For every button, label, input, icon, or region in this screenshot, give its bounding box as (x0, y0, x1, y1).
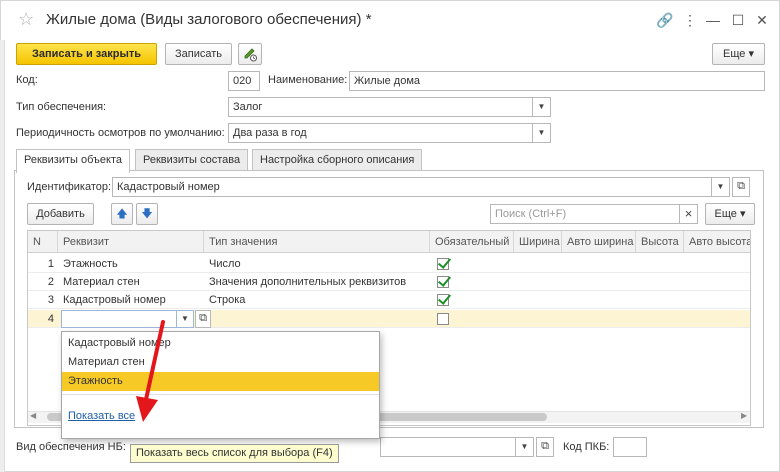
attribute-choice-popup[interactable]: Кадастровый номер Материал стен Этажност… (61, 331, 380, 439)
required-checkbox[interactable] (437, 258, 449, 270)
required-checkbox[interactable] (437, 276, 449, 288)
scroll-left-icon[interactable]: ◀ (30, 411, 36, 420)
nb-security-type-input[interactable] (380, 437, 516, 457)
edit-button[interactable] (238, 43, 262, 65)
more-button[interactable]: Еще ▾ (712, 43, 765, 65)
identifier-input[interactable]: Кадастровый номер (112, 177, 712, 197)
identifier-label: Идентификатор: (27, 181, 112, 193)
row-number: 4 (47, 313, 54, 325)
security-type-dropdown-icon[interactable]: ▼ (533, 97, 551, 117)
row-value-type: Число (209, 258, 241, 270)
nb-security-type-open-icon[interactable]: ⧉ (536, 437, 554, 457)
link-icon[interactable]: 🔗 (655, 10, 675, 30)
column-header-value-type[interactable]: Тип значения (204, 231, 430, 253)
table-row[interactable]: 2 Материал стен Значения дополнительных … (28, 273, 750, 291)
required-checkbox[interactable] (437, 313, 449, 325)
search-input[interactable]: Поиск (Ctrl+F) (490, 204, 680, 224)
popup-divider (62, 394, 379, 395)
add-button[interactable]: Добавить (27, 203, 94, 225)
row-attribute-open-icon[interactable]: ⧉ (195, 310, 211, 328)
minimize-icon[interactable]: — (703, 10, 723, 30)
choice-item[interactable]: Материал стен (62, 353, 379, 372)
nb-security-type-label: Вид обеспечения НБ: (16, 441, 126, 453)
close-icon[interactable]: ✕ (752, 10, 772, 30)
move-up-button[interactable]: 🡅 (111, 203, 133, 225)
column-header-auto-height[interactable]: Авто высота (684, 231, 750, 253)
favorite-star-icon[interactable]: ☆ (18, 9, 34, 29)
row-attribute: Материал стен (63, 276, 140, 288)
name-label: Наименование: (268, 74, 348, 86)
column-header-auto-width[interactable]: Авто ширина (562, 231, 636, 253)
column-header-width[interactable]: Ширина (514, 231, 562, 253)
window-left-edge (0, 40, 5, 472)
code-input[interactable]: 020 (228, 71, 260, 91)
maximize-icon[interactable]: ☐ (728, 10, 748, 30)
panel-more-button[interactable]: Еще ▾ (705, 203, 755, 225)
tab-object-attributes[interactable]: Реквизиты объекта (16, 149, 130, 173)
tab-description-settings[interactable]: Настройка сборного описания (252, 149, 423, 171)
arrow-up-icon: 🡅 (116, 208, 128, 220)
row-value-type: Значения дополнительных реквизитов (209, 276, 407, 288)
row-attribute: Кадастровый номер (63, 294, 166, 306)
move-down-button[interactable]: 🡇 (136, 203, 158, 225)
pkb-code-input[interactable] (613, 437, 647, 457)
choice-item-selected[interactable]: Этажность (62, 372, 379, 391)
show-all-link[interactable]: Показать все (68, 410, 135, 422)
inspection-label: Периодичность осмотров по умолчанию: (16, 127, 225, 139)
arrow-down-icon: 🡇 (141, 208, 153, 220)
code-label: Код: (16, 74, 38, 86)
inspection-dropdown-icon[interactable]: ▼ (533, 123, 551, 143)
column-header-height[interactable]: Высота (636, 231, 684, 253)
window-title: Жилые дома (Виды залогового обеспечения)… (46, 11, 372, 28)
security-type-input[interactable]: Залог (228, 97, 533, 117)
search-clear-icon[interactable]: × (679, 204, 698, 224)
identifier-open-icon[interactable]: ⧉ (732, 177, 750, 197)
table-row[interactable]: 3 Кадастровый номер Строка (28, 291, 750, 309)
pencil-icon (244, 48, 257, 62)
identifier-dropdown-icon[interactable]: ▼ (712, 177, 730, 197)
annotation-arrow-icon (136, 320, 165, 422)
column-header-n[interactable]: N (28, 231, 58, 253)
row-number: 2 (47, 276, 54, 288)
choice-item[interactable]: Кадастровый номер (62, 334, 379, 353)
name-input[interactable]: Жилые дома (349, 71, 765, 91)
save-and-close-button[interactable]: Записать и закрыть (16, 43, 157, 65)
row-number: 3 (47, 294, 54, 306)
row-number: 1 (47, 258, 54, 270)
required-checkbox[interactable] (437, 294, 449, 306)
column-header-required[interactable]: Обязательный (430, 231, 514, 253)
scroll-right-icon[interactable]: ▶ (741, 411, 747, 420)
tab-composition-attributes[interactable]: Реквизиты состава (135, 149, 249, 171)
save-button[interactable]: Записать (165, 43, 232, 65)
column-header-attribute[interactable]: Реквизит (58, 231, 204, 253)
inspection-input[interactable]: Два раза в год (228, 123, 533, 143)
security-type-label: Тип обеспечения: (16, 101, 107, 113)
row-attribute: Этажность (63, 258, 118, 270)
nb-security-type-dropdown-icon[interactable]: ▼ (516, 437, 534, 457)
more-vertical-icon[interactable]: ⋮ (680, 10, 700, 30)
table-row[interactable]: 1 Этажность Число (28, 255, 750, 273)
pkb-code-label: Код ПКБ: (563, 441, 610, 453)
tooltip: Показать весь список для выбора (F4) (130, 444, 339, 463)
row-value-type: Строка (209, 294, 246, 306)
